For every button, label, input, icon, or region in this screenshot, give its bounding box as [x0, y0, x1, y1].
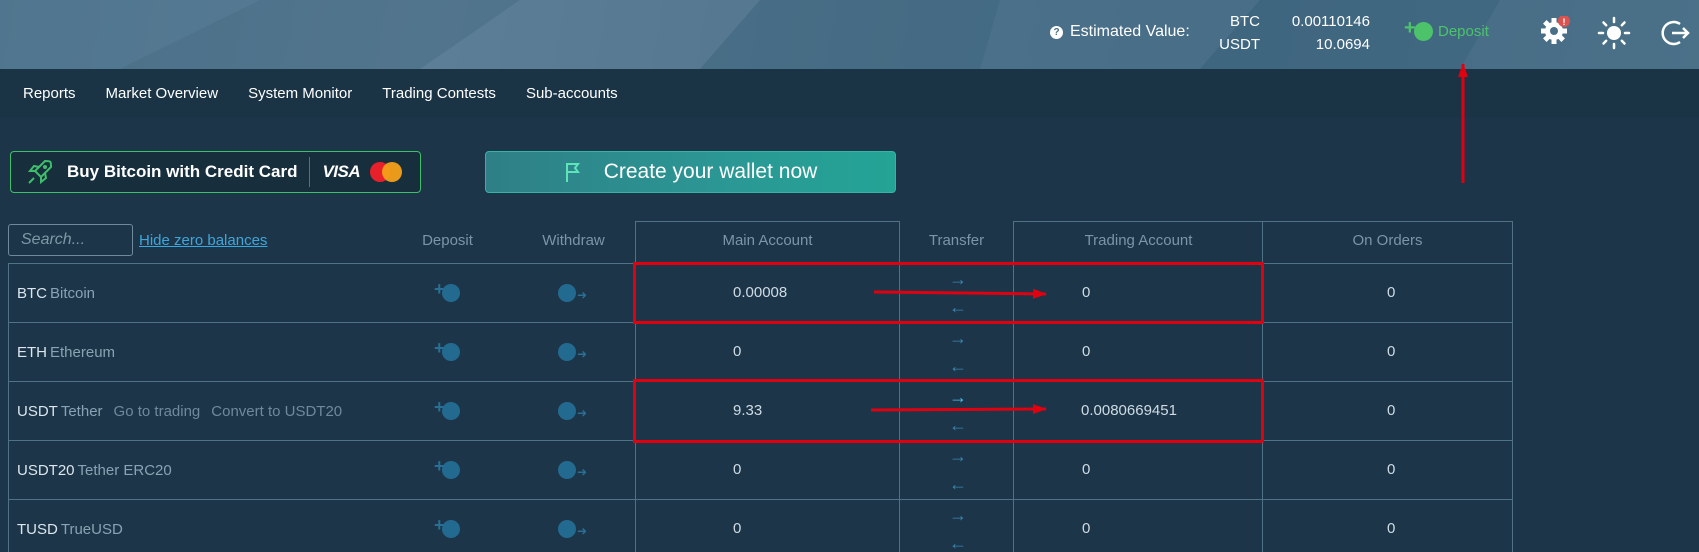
header-box-main [635, 221, 900, 264]
coin-ticker: BTC [17, 285, 47, 302]
withdraw-coin-button[interactable]: ➜ [558, 460, 588, 482]
main-balance: 0 [733, 461, 742, 478]
deposit-coin-button[interactable]: + [434, 515, 464, 541]
coin-name: Ethereum [50, 344, 116, 361]
col-header-withdraw: Withdraw [542, 232, 605, 249]
search-input[interactable] [8, 224, 133, 256]
convert-usdt20-link[interactable]: Convert to USDT20 [211, 403, 342, 420]
coin-name: Bitcoin [50, 285, 96, 302]
settings-button[interactable]: ! [1537, 15, 1571, 50]
table-row: ETH Ethereum + ➜ 0 → ← 0 0 [8, 323, 1512, 382]
main-balance: 0 [733, 343, 742, 360]
coin-ticker: ETH [17, 344, 47, 361]
transfer-to-trading-arrow[interactable]: → [949, 329, 967, 357]
flag-icon [565, 163, 580, 182]
settings-badge: ! [1563, 17, 1566, 27]
logout-icon [1661, 20, 1690, 46]
buy-bitcoin-button[interactable]: Buy Bitcoin with Credit Card VISA [10, 151, 421, 193]
withdraw-coin-button[interactable]: ➜ [558, 283, 588, 305]
coin-name: Tether [60, 403, 103, 420]
orders-balance: 0 [1387, 343, 1396, 360]
trading-balance: 0 [1082, 461, 1091, 478]
withdraw-coin-button[interactable]: ➜ [558, 342, 588, 364]
top-header: ? Estimated Value: BTC 0.00110146 USDT 1… [0, 0, 1699, 69]
transfer-to-main-arrow[interactable]: ← [949, 475, 967, 503]
header-box-trading [1013, 221, 1513, 264]
trading-balance: 0 [1082, 520, 1091, 537]
header-divider [1262, 221, 1263, 264]
table-row: USDT20 Tether ERC20 + ➜ 0 → ← 0 0 [8, 441, 1512, 500]
buy-bitcoin-label: Buy Bitcoin with Credit Card [67, 162, 298, 181]
logout-button[interactable] [1658, 16, 1692, 50]
estimate-currency: BTC [1230, 13, 1260, 30]
nav-trading-contests[interactable]: Trading Contests [382, 85, 496, 102]
transfer-to-trading-arrow[interactable]: → [949, 506, 967, 534]
estimated-value-label: Estimated Value: [1070, 23, 1190, 40]
transfer-controls: → ← [949, 329, 967, 385]
divider [309, 157, 311, 187]
coin-cell: TUSD TrueUSD [17, 521, 123, 538]
estimate-usdt: USDT 10.0694 [1216, 33, 1370, 56]
create-wallet-button[interactable]: Create your wallet now [485, 151, 896, 193]
estimate-currency: USDT [1219, 36, 1260, 53]
deposit-coin-button[interactable]: + [434, 338, 464, 364]
estimate-amount: 0.00110146 [1291, 13, 1370, 30]
deposit-icon: + [1404, 17, 1434, 42]
deposit-coin-button[interactable]: + [434, 279, 464, 305]
main-nav: Reports Market Overview System Monitor T… [0, 69, 1699, 117]
header-deposit-button[interactable]: + Deposit [1404, 17, 1489, 42]
estimate-amount: 10.0694 [1315, 36, 1370, 53]
main-balance: 0 [733, 520, 742, 537]
hide-zero-balances-link[interactable]: Hide zero balances [139, 232, 267, 249]
nav-sub-accounts[interactable]: Sub-accounts [526, 85, 618, 102]
coin-name: TrueUSD [60, 521, 123, 538]
rocket-icon [27, 159, 53, 185]
withdraw-coin-button[interactable]: ➜ [558, 401, 588, 423]
coin-cell: ETH Ethereum [17, 344, 115, 361]
sun-icon [1597, 16, 1631, 50]
col-header-deposit: Deposit [422, 232, 473, 249]
estimated-values: BTC 0.00110146 USDT 10.0694 [1216, 10, 1370, 56]
nav-market-overview[interactable]: Market Overview [106, 85, 219, 102]
orders-balance: 0 [1387, 402, 1396, 419]
withdraw-coin-button[interactable]: ➜ [558, 519, 588, 541]
coin-cell: USDT Tether Go to trading Convert to USDT20 [17, 403, 342, 420]
deposit-coin-button[interactable]: + [434, 456, 464, 482]
highlight-box-btc [633, 262, 1264, 324]
col-header-transfer: Transfer [928, 232, 985, 249]
nav-system-monitor[interactable]: System Monitor [248, 85, 352, 102]
coin-cell: BTC Bitcoin [17, 285, 95, 302]
gear-icon: ! [1541, 15, 1570, 44]
trading-balance: 0 [1082, 343, 1091, 360]
estimated-value: ? Estimated Value: [1050, 23, 1190, 41]
table-right-border [1512, 263, 1513, 552]
coin-ticker: TUSD [17, 521, 58, 538]
transfer-controls: → ← [949, 506, 967, 552]
coin-name: Tether ERC20 [77, 462, 172, 479]
coin-ticker: USDT20 [17, 462, 75, 479]
orders-balance: 0 [1387, 461, 1396, 478]
go-to-trading-link[interactable]: Go to trading [114, 403, 201, 420]
nav-reports[interactable]: Reports [23, 85, 76, 102]
orders-balance: 0 [1387, 520, 1396, 537]
visa-logo: VISA [322, 162, 361, 181]
highlight-box-usdt [633, 379, 1264, 443]
transfer-controls: → ← [949, 447, 967, 503]
orders-balance: 0 [1387, 284, 1396, 301]
table-row: TUSD TrueUSD + ➜ 0 → ← 0 0 [8, 500, 1512, 552]
estimate-btc: BTC 0.00110146 [1216, 10, 1370, 33]
help-icon[interactable]: ? [1050, 25, 1063, 39]
transfer-to-main-arrow[interactable]: ← [949, 534, 967, 552]
transfer-to-trading-arrow[interactable]: → [949, 447, 967, 475]
coin-ticker: USDT [17, 403, 58, 420]
deposit-coin-button[interactable]: + [434, 397, 464, 423]
theme-toggle-button[interactable] [1597, 16, 1631, 50]
coin-cell: USDT20 Tether ERC20 [17, 462, 172, 479]
create-wallet-label: Create your wallet now [603, 160, 818, 183]
header-deposit-label: Deposit [1438, 22, 1489, 40]
mastercard-logo [370, 162, 403, 182]
